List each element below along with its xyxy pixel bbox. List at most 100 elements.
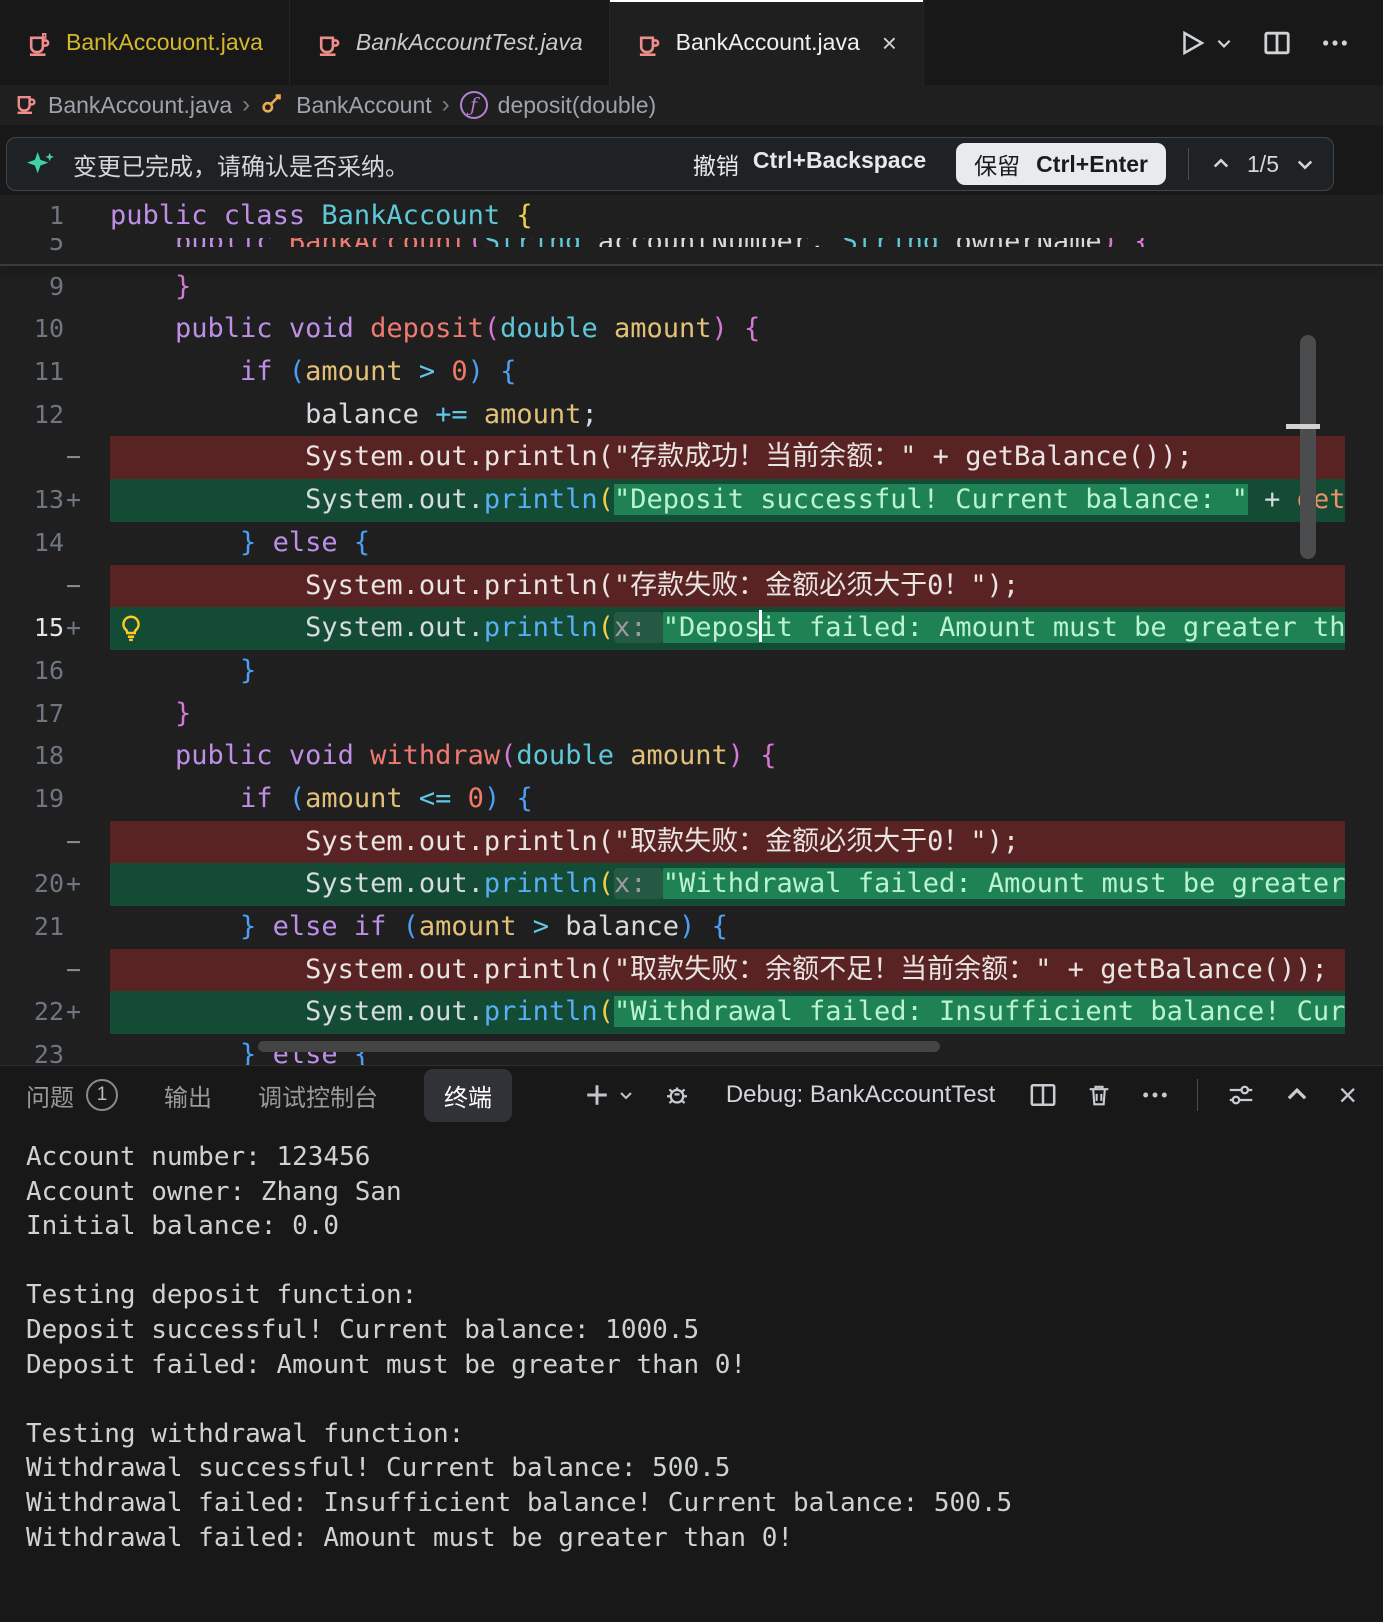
code-text[interactable]: public class BankAccount {: [110, 195, 1345, 238]
code-line-1[interactable]: 1public class BankAccount {: [0, 195, 1383, 238]
code-line-16[interactable]: 16 }: [0, 650, 1383, 693]
tab-bankaccouont-java[interactable]: BankAccouont.java: [0, 0, 290, 85]
gutter: 18: [0, 735, 110, 778]
terminal-tabs-view-icon[interactable]: [1226, 1080, 1256, 1110]
text-cursor: [759, 610, 762, 642]
java-file-icon: [316, 30, 342, 56]
code-line-19[interactable]: 19 if (amount <= 0) {: [0, 778, 1383, 821]
chevron-down-icon: [618, 1087, 634, 1103]
tab-debug-console[interactable]: 调试控制台: [258, 1078, 378, 1113]
gutter: 5: [0, 238, 110, 247]
lightbulb-icon[interactable]: [116, 612, 146, 644]
code-line-9[interactable]: 9 }: [0, 266, 1383, 309]
code-line-15[interactable]: 15+ System.out.println(x: "Deposit faile…: [0, 607, 1383, 650]
deleted-code-line[interactable]: − System.out.println("取款失败：金额必须大于0！");: [0, 821, 1383, 864]
code-text[interactable]: }: [110, 266, 1345, 309]
gutter: 23: [0, 1034, 110, 1065]
java-file-icon: [14, 90, 38, 120]
panel-tab-bar: 问题 1 输出 调试控制台 终端 Debug: BankAccountTest: [0, 1066, 1383, 1124]
code-line-21[interactable]: 21 } else if (amount > balance) {: [0, 906, 1383, 949]
code-text[interactable]: } else {: [110, 522, 1345, 565]
horizontal-scrollbar[interactable]: [258, 1041, 940, 1052]
more-actions-button[interactable]: [1321, 29, 1349, 57]
prev-change-button[interactable]: [1211, 154, 1231, 174]
code-lines: 1public class BankAccount {5 public Bank…: [0, 195, 1383, 1065]
code-text[interactable]: }: [110, 650, 1345, 693]
chevron-right-icon: ›: [242, 91, 250, 119]
gutter: 1: [0, 195, 110, 238]
code-text[interactable]: System.out.println("存款失败：金额必须大于0！");: [110, 565, 1345, 608]
code-text[interactable]: } else if (amount > balance) {: [110, 906, 1345, 949]
breadcrumb-file[interactable]: BankAccount.java: [48, 92, 232, 119]
gutter: 14: [0, 522, 110, 565]
gutter: 17: [0, 693, 110, 736]
bottom-panel: 问题 1 输出 调试控制台 终端 Debug: BankAccountTest: [0, 1065, 1383, 1621]
code-text[interactable]: public void withdraw(double amount) {: [110, 735, 1345, 778]
java-file-icon: [636, 30, 662, 56]
tab-problems[interactable]: 问题 1: [26, 1078, 118, 1113]
debug-session-label[interactable]: Debug: BankAccountTest: [726, 1081, 996, 1109]
code-line-10[interactable]: 10 public void deposit(double amount) {: [0, 308, 1383, 351]
code-text[interactable]: public void deposit(double amount) {: [110, 308, 1345, 351]
deleted-code-line[interactable]: − System.out.println("存款成功！当前余额：" + getB…: [0, 436, 1383, 479]
code-text[interactable]: balance += amount;: [110, 394, 1345, 437]
code-line-12[interactable]: 12 balance += amount;: [0, 394, 1383, 437]
tab-bankaccount-java[interactable]: BankAccount.java ×: [610, 0, 924, 85]
tab-label: BankAccountTest.java: [356, 29, 583, 56]
breadcrumb-class[interactable]: BankAccount: [296, 92, 432, 119]
tab-label: BankAccouont.java: [66, 29, 263, 56]
undo-button[interactable]: 撤销 Ctrl+Backspace: [685, 141, 934, 187]
code-line-5[interactable]: 5 public BankAccount(String accountNumbe…: [0, 238, 1383, 264]
code-text[interactable]: System.out.println("取款失败：金额必须大于0！");: [110, 821, 1345, 864]
breadcrumb: BankAccount.java › BankAccount › ƒ depos…: [0, 85, 1383, 125]
code-text[interactable]: System.out.println("Deposit successful! …: [110, 479, 1345, 522]
code-line-20[interactable]: 20+ System.out.println(x: "Withdrawal fa…: [0, 863, 1383, 906]
vertical-scrollbar[interactable]: [1300, 335, 1316, 559]
terminal-line: Deposit successful! Current balance: 100…: [26, 1313, 1383, 1348]
code-line-11[interactable]: 11 if (amount > 0) {: [0, 351, 1383, 394]
terminal-output[interactable]: Account number: 123456Account owner: Zha…: [0, 1124, 1383, 1555]
code-editor[interactable]: 1public class BankAccount {5 public Bank…: [0, 195, 1383, 1065]
code-text[interactable]: if (amount <= 0) {: [110, 778, 1345, 821]
code-text[interactable]: System.out.println(x: "Deposit failed: A…: [110, 607, 1345, 650]
code-text[interactable]: System.out.println("存款成功！当前余额：" + getBal…: [110, 436, 1345, 479]
class-symbol-icon: [260, 89, 286, 121]
more-actions-button[interactable]: [1141, 1081, 1169, 1109]
scrollbar-cursor-marker: [1286, 424, 1320, 429]
deleted-code-line[interactable]: − System.out.println("存款失败：金额必须大于0！");: [0, 565, 1383, 608]
maximize-panel-button[interactable]: [1284, 1082, 1310, 1108]
kill-terminal-button[interactable]: [1085, 1081, 1113, 1109]
java-file-icon: [26, 30, 52, 56]
gutter: 20+: [0, 863, 110, 906]
code-line-17[interactable]: 17 }: [0, 693, 1383, 736]
code-line-22[interactable]: 22+ System.out.println("Withdrawal faile…: [0, 991, 1383, 1034]
code-text[interactable]: }: [110, 693, 1345, 736]
code-line-18[interactable]: 18 public void withdraw(double amount) {: [0, 735, 1383, 778]
problems-count-badge: 1: [86, 1079, 118, 1111]
tab-label: BankAccount.java: [676, 29, 860, 56]
keep-button[interactable]: 保留 Ctrl+Enter: [956, 143, 1166, 185]
next-change-button[interactable]: [1295, 154, 1315, 174]
tab-bankaccounttest-java[interactable]: BankAccountTest.java: [290, 0, 610, 85]
code-line-14[interactable]: 14 } else {: [0, 522, 1383, 565]
split-editor-button[interactable]: [1263, 29, 1291, 57]
deleted-code-line[interactable]: − System.out.println("取款失败：余额不足！当前余额：" +…: [0, 949, 1383, 992]
debug-console-label: 调试控制台: [258, 1078, 378, 1113]
close-panel-icon[interactable]: ×: [1338, 1079, 1357, 1111]
tab-terminal[interactable]: 终端: [424, 1069, 512, 1122]
gutter: 13+: [0, 479, 110, 522]
code-text[interactable]: if (amount > 0) {: [110, 351, 1345, 394]
split-terminal-button[interactable]: [1029, 1081, 1057, 1109]
code-text[interactable]: System.out.println("Withdrawal failed: I…: [110, 991, 1345, 1034]
tab-output[interactable]: 输出: [164, 1078, 212, 1113]
code-line-13[interactable]: 13+ System.out.println("Deposit successf…: [0, 479, 1383, 522]
terminal-line: Withdrawal failed: Insufficient balance!…: [26, 1486, 1383, 1521]
close-icon[interactable]: ×: [882, 30, 897, 56]
breadcrumb-method[interactable]: deposit(double): [498, 92, 657, 119]
code-text[interactable]: System.out.println(x: "Withdrawal failed…: [110, 863, 1345, 906]
gutter: 12: [0, 394, 110, 437]
code-text[interactable]: public BankAccount(String accountNumber,…: [110, 238, 1345, 247]
new-terminal-button[interactable]: [584, 1082, 634, 1108]
code-text[interactable]: System.out.println("取款失败：余额不足！当前余额：" + g…: [110, 949, 1345, 992]
run-button[interactable]: [1177, 28, 1233, 58]
